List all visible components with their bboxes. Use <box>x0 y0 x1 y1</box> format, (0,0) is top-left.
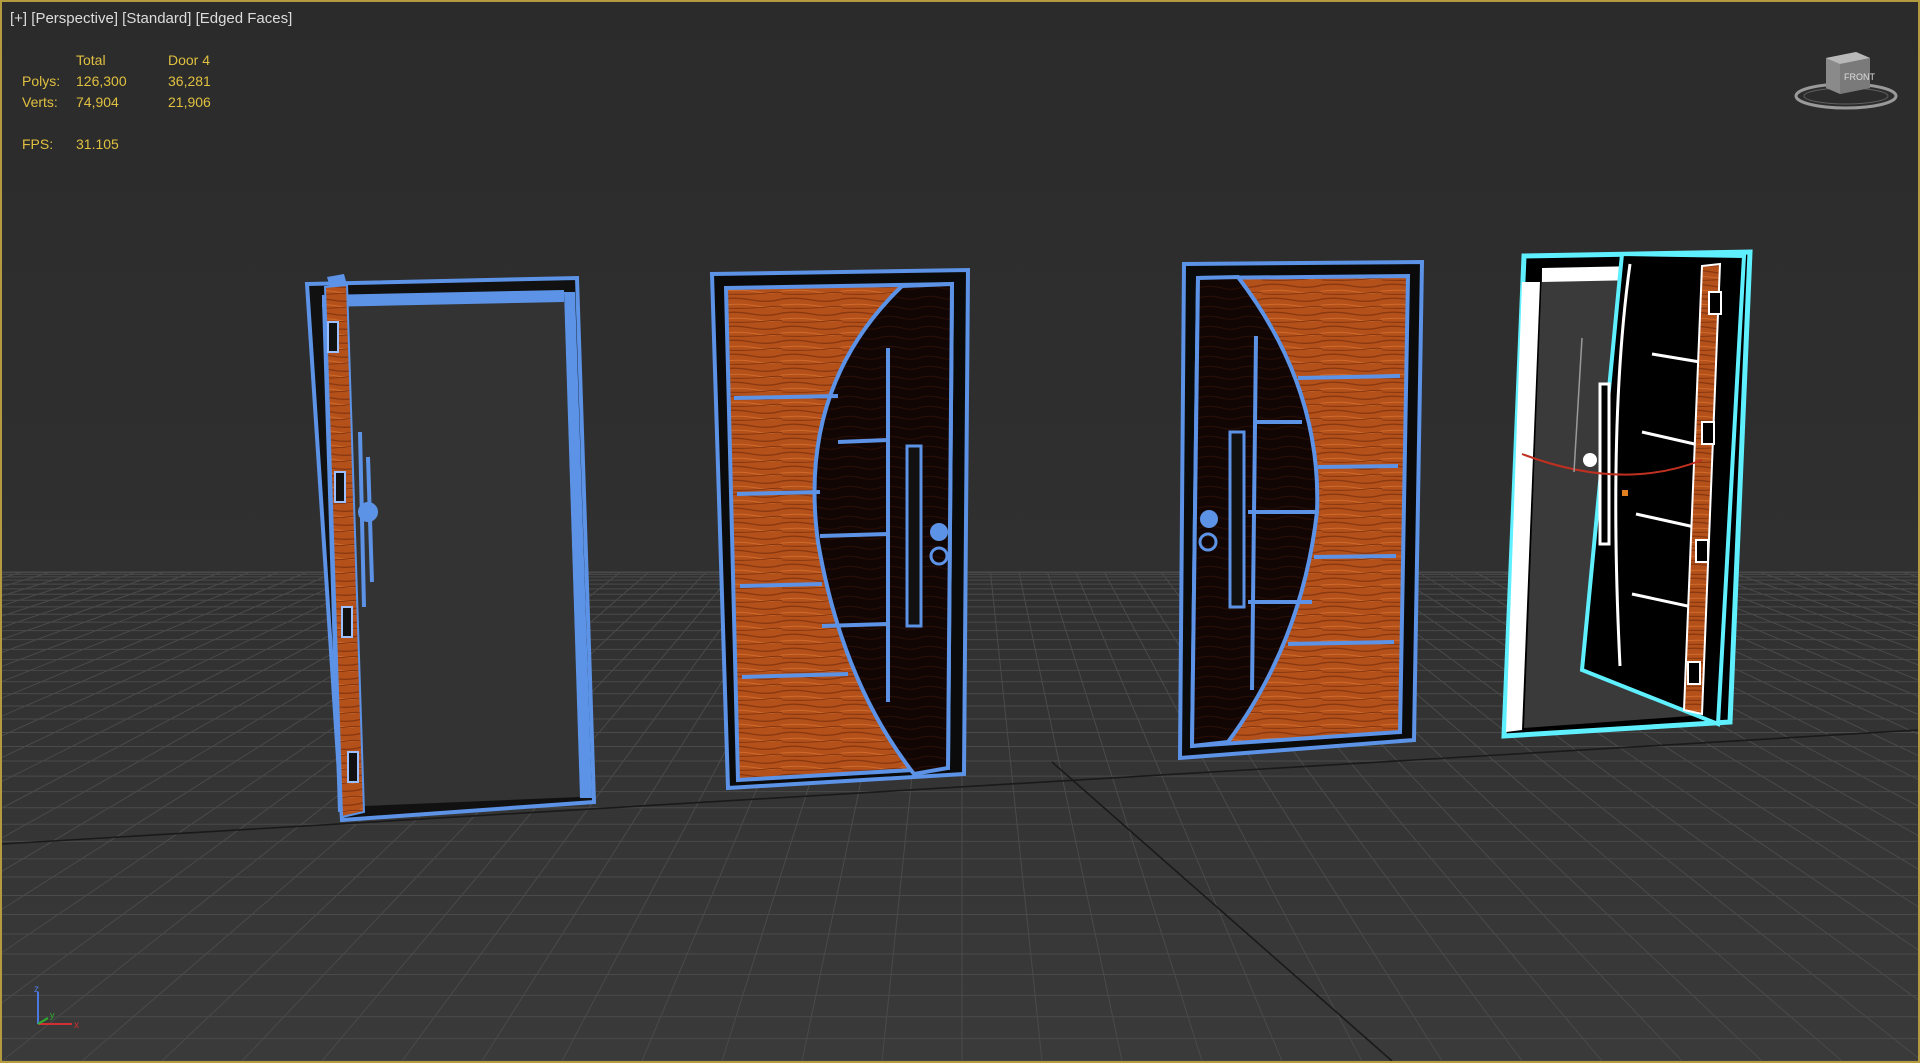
axis-y-label: y <box>50 1010 55 1020</box>
viewcube-face-label[interactable]: FRONT <box>1844 72 1875 82</box>
stats-label: Polys: <box>22 73 61 89</box>
axis-z-label: z <box>34 984 39 995</box>
perspective-viewport[interactable]: [+] [Perspective] [Standard] [Edged Face… <box>0 0 1920 1063</box>
viewport-label: [+] [Perspective] [Standard] [Edged Face… <box>10 10 292 27</box>
stats-label: Verts: <box>22 94 58 110</box>
viewcube-icon[interactable]: FRONT <box>1792 48 1904 118</box>
stats-header-total: Total <box>76 52 106 68</box>
viewport-menu-shading[interactable]: [Standard] <box>122 10 191 27</box>
stats-selected: 21,906 <box>168 94 211 110</box>
axis-x-label: x <box>74 1020 79 1031</box>
scene-canvas[interactable] <box>2 2 1918 1061</box>
door-3[interactable] <box>1177 259 1425 761</box>
door-4[interactable] <box>1501 249 1753 739</box>
axis-tripod-icon: z x y <box>34 984 79 1031</box>
stats-header-selected: Door 4 <box>168 52 211 68</box>
door-1[interactable] <box>304 274 597 823</box>
door-2[interactable] <box>709 267 971 791</box>
fps-readout: FPS: 31.105 <box>22 136 119 152</box>
stats-total: 74,904 <box>76 94 119 110</box>
viewport-menu-perspective[interactable]: [Perspective] <box>31 10 118 27</box>
viewport-menu-plus[interactable]: [+] <box>10 10 27 27</box>
stats-selected: 36,281 <box>168 73 211 89</box>
fps-label: FPS: <box>22 136 54 152</box>
fps-value: 31.105 <box>76 136 119 152</box>
viewport-menu-edged-faces[interactable]: [Edged Faces] <box>196 10 293 27</box>
stats-total: 126,300 <box>76 73 127 89</box>
